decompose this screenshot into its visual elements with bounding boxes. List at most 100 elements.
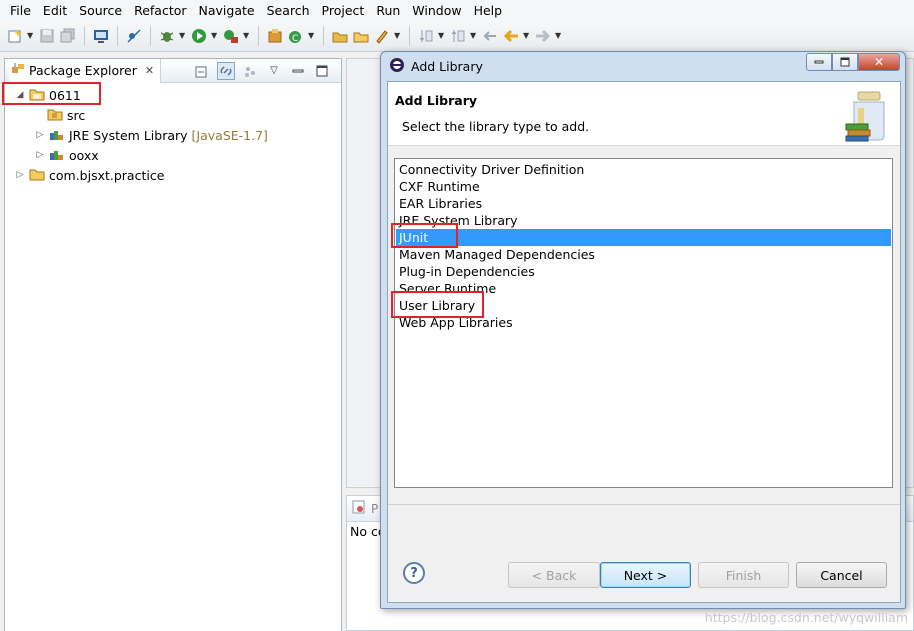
open-type-icon[interactable] xyxy=(331,27,349,45)
forward-dropdown-icon[interactable]: ▼ xyxy=(555,31,563,40)
package-explorer-tools: ▽ xyxy=(193,61,341,80)
run-icon[interactable] xyxy=(190,27,208,45)
library-icon xyxy=(49,127,65,144)
library-jar-icon xyxy=(844,88,894,142)
link-with-editor-icon[interactable] xyxy=(217,61,235,80)
menu-navigate[interactable]: Navigate xyxy=(193,3,261,18)
pencil-icon[interactable] xyxy=(373,27,391,45)
toolbar-separator xyxy=(323,25,324,46)
next-button[interactable]: Next > xyxy=(600,562,691,588)
new-icon[interactable] xyxy=(6,27,24,45)
view-menu-icon[interactable]: ▽ xyxy=(265,62,283,80)
save-icon[interactable] xyxy=(38,27,56,45)
tree-item-label: JRE System Library xyxy=(69,127,188,143)
list-item[interactable]: Maven Managed Dependencies xyxy=(396,246,891,263)
menu-run[interactable]: Run xyxy=(370,3,406,18)
save-all-icon[interactable] xyxy=(59,27,77,45)
tree-item-label: com.bjsxt.practice xyxy=(49,167,165,183)
list-item[interactable]: EAR Libraries xyxy=(396,195,891,212)
back-button[interactable]: < Back xyxy=(508,562,600,588)
menu-search[interactable]: Search xyxy=(261,3,316,18)
focus-icon[interactable] xyxy=(241,62,259,80)
prev-annotation-dropdown-icon[interactable]: ▼ xyxy=(470,31,478,40)
list-item[interactable]: Connectivity Driver Definition xyxy=(396,161,891,178)
run-dropdown-icon[interactable]: ▼ xyxy=(211,31,219,40)
external-tools-dropdown-icon[interactable]: ▼ xyxy=(243,31,251,40)
back-dropdown-icon[interactable]: ▼ xyxy=(523,31,531,40)
package-explorer-title: Package Explorer xyxy=(29,63,137,78)
collapsed-arrow-icon[interactable]: ▷ xyxy=(35,130,45,140)
dialog-body: Add Library Select the library type to a… xyxy=(387,81,901,603)
toolbar-separator xyxy=(258,25,259,46)
list-item[interactable]: Plug-in Dependencies xyxy=(396,263,891,280)
next-annotation-icon[interactable] xyxy=(417,27,435,45)
banner-description: Select the library type to add. xyxy=(402,119,590,134)
debug-icon[interactable] xyxy=(158,27,176,45)
library-type-list[interactable]: Connectivity Driver Definition CXF Runti… xyxy=(394,158,893,488)
minimize-icon[interactable] xyxy=(289,62,307,80)
cancel-button[interactable]: Cancel xyxy=(796,562,887,588)
toolbar-separator xyxy=(117,25,118,46)
bottom-tab-label[interactable]: P xyxy=(371,502,378,516)
new-java-package-icon[interactable] xyxy=(266,27,284,45)
debug-dropdown-icon[interactable]: ▼ xyxy=(179,31,187,40)
back-arrow-icon[interactable] xyxy=(502,27,520,45)
menu-window[interactable]: Window xyxy=(406,3,467,18)
annotation-highlight-project xyxy=(2,82,101,105)
pencil-dropdown-icon[interactable]: ▼ xyxy=(394,31,402,40)
tree-item-src[interactable]: src xyxy=(47,105,85,125)
new-java-class-icon[interactable]: C xyxy=(287,27,305,45)
menu-help[interactable]: Help xyxy=(468,3,509,18)
prev-annotation-icon[interactable] xyxy=(449,27,467,45)
package-explorer-header: Package Explorer ✕ ▽ xyxy=(5,58,341,83)
dialog-separator xyxy=(388,504,900,505)
watermark: https://blog.csdn.net/wyqwilliam xyxy=(704,610,908,625)
list-item-selected[interactable]: JUnit xyxy=(396,229,891,246)
menu-project[interactable]: Project xyxy=(316,3,371,18)
open-folder-icon[interactable] xyxy=(352,27,370,45)
console-icon[interactable] xyxy=(92,27,110,45)
tree-item-label: ooxx xyxy=(69,147,99,163)
package-explorer-tab[interactable]: Package Explorer ✕ xyxy=(9,58,162,83)
tree-item-label: src xyxy=(67,107,86,123)
problems-icon[interactable] xyxy=(351,499,367,518)
menu-file[interactable]: File xyxy=(4,3,37,18)
collapsed-arrow-icon[interactable]: ▷ xyxy=(15,170,25,180)
eclipse-icon xyxy=(389,57,405,76)
collapsed-arrow-icon[interactable]: ▷ xyxy=(35,150,45,160)
jre-version-tag: [JavaSE-1.7] xyxy=(191,127,268,143)
tree-item-ooxx[interactable]: ▷ ooxx xyxy=(35,145,99,165)
minimize-window-button[interactable] xyxy=(806,53,832,71)
list-item[interactable]: CXF Runtime xyxy=(396,178,891,195)
last-edit-icon[interactable] xyxy=(481,27,499,45)
banner-title: Add Library xyxy=(395,93,478,108)
menu-bar: File Edit Source Refactor Navigate Searc… xyxy=(0,0,914,20)
close-icon[interactable]: ✕ xyxy=(145,64,154,77)
forward-arrow-icon[interactable] xyxy=(534,27,552,45)
list-item[interactable]: JRE System Library xyxy=(396,212,891,229)
tree-item-jre-system-library[interactable]: ▷ JRE System Library [JavaSE-1.7] xyxy=(35,125,268,145)
project-folder-icon xyxy=(29,167,45,184)
tree-item-com-bjsxt-practice[interactable]: ▷ com.bjsxt.practice xyxy=(15,165,165,185)
menu-refactor[interactable]: Refactor xyxy=(128,3,192,18)
external-tools-icon[interactable] xyxy=(222,27,240,45)
package-explorer-icon xyxy=(11,62,25,79)
menu-source[interactable]: Source xyxy=(73,3,128,18)
library-icon xyxy=(49,147,65,164)
collapse-all-icon[interactable] xyxy=(193,62,211,80)
source-folder-icon xyxy=(47,107,63,124)
menu-edit[interactable]: Edit xyxy=(37,3,73,18)
maximize-window-button[interactable] xyxy=(832,53,858,71)
finish-button[interactable]: Finish xyxy=(698,562,789,588)
skip-breakpoints-icon[interactable] xyxy=(125,27,143,45)
dialog-title: Add Library xyxy=(411,58,483,74)
close-window-button[interactable]: ✕ xyxy=(858,53,900,71)
help-icon[interactable]: ? xyxy=(403,562,425,584)
next-annotation-dropdown-icon[interactable]: ▼ xyxy=(438,31,446,40)
new-dropdown-icon[interactable]: ▼ xyxy=(27,31,35,40)
new-class-dropdown-icon[interactable]: ▼ xyxy=(308,31,316,40)
add-library-dialog: Add Library ✕ Add Library Select the lib… xyxy=(380,51,906,609)
maximize-icon[interactable] xyxy=(313,62,331,80)
toolbar-separator xyxy=(150,25,151,46)
svg-text:C: C xyxy=(292,34,298,44)
